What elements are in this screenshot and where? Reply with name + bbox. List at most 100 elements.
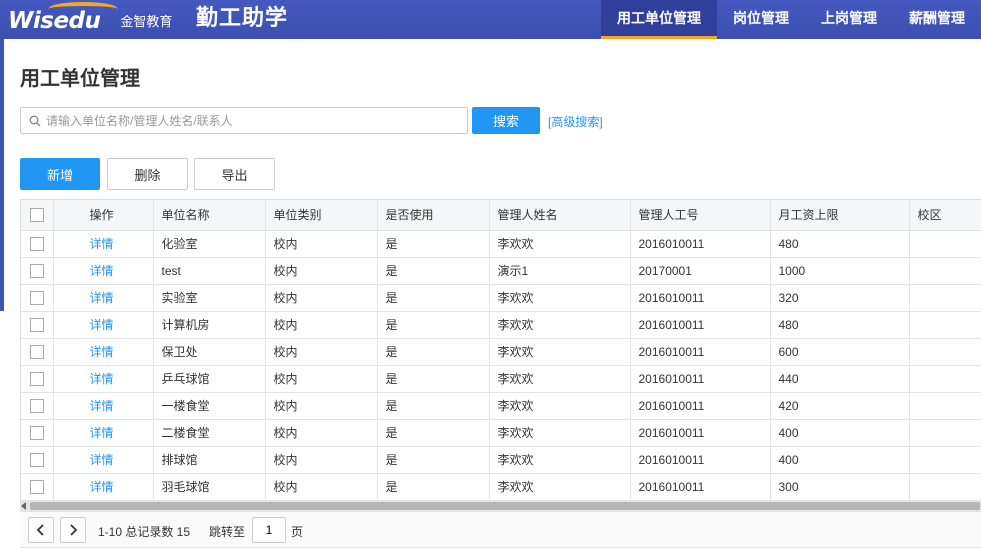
row-checkbox[interactable]: [29, 452, 44, 467]
horizontal-scrollbar[interactable]: [20, 501, 981, 511]
cell-in-use: 是: [377, 311, 490, 339]
search-input[interactable]: [46, 113, 446, 128]
scroll-left-icon[interactable]: [21, 502, 26, 510]
cell-unit-type: 校内: [265, 230, 378, 258]
column-header-operation: 操作: [53, 200, 154, 231]
cell-in-use: 是: [377, 338, 490, 366]
row-select-cell: [21, 365, 54, 393]
detail-link[interactable]: 详情: [90, 318, 114, 332]
table-header-row: 操作 单位名称 单位类别 是否使用 管理人姓名 管理人工号 月工资上限 校区: [21, 200, 981, 231]
cell-campus: [909, 392, 981, 420]
column-header-wage-limit[interactable]: 月工资上限: [770, 200, 910, 231]
detail-link[interactable]: 详情: [90, 372, 114, 386]
cell-manager-name: 李欢欢: [489, 419, 631, 447]
cell-in-use: 是: [377, 419, 490, 447]
detail-link[interactable]: 详情: [90, 291, 114, 305]
cell-unit-type: 校内: [265, 257, 378, 285]
detail-link[interactable]: 详情: [90, 426, 114, 440]
nav-item-unit-management[interactable]: 用工单位管理: [601, 0, 717, 39]
cell-manager-name: 李欢欢: [489, 392, 631, 420]
detail-link[interactable]: 详情: [90, 345, 114, 359]
cell-campus: [909, 230, 981, 258]
chevron-left-icon: [36, 524, 44, 536]
cell-wage-limit: 300: [770, 473, 910, 501]
detail-link[interactable]: 详情: [90, 453, 114, 467]
prev-page-button[interactable]: [28, 517, 54, 543]
cell-operation: 详情: [53, 230, 154, 258]
app-title: 勤工助学: [196, 6, 289, 31]
row-checkbox[interactable]: [29, 344, 44, 359]
cell-operation: 详情: [53, 419, 154, 447]
logo: Wisedu 金智教育: [8, 2, 172, 36]
next-page-button[interactable]: [60, 517, 86, 543]
cell-unit-type: 校内: [265, 419, 378, 447]
cell-manager-id: 2016010011: [630, 419, 771, 447]
search-button[interactable]: 搜索: [472, 107, 540, 134]
row-checkbox[interactable]: [29, 371, 44, 386]
nav-item-post-management[interactable]: 岗位管理: [717, 0, 805, 39]
detail-link[interactable]: 详情: [90, 264, 114, 278]
row-checkbox[interactable]: [29, 317, 44, 332]
row-select-cell: [21, 446, 54, 474]
row-checkbox[interactable]: [29, 236, 44, 251]
row-select-cell: [21, 392, 54, 420]
cell-manager-id: 2016010011: [630, 365, 771, 393]
select-all-checkbox[interactable]: [29, 208, 44, 223]
cell-in-use: 是: [377, 473, 490, 501]
row-checkbox[interactable]: [29, 425, 44, 440]
cell-unit-name: 二楼食堂: [153, 419, 266, 447]
cell-unit-type: 校内: [265, 473, 378, 501]
search-icon: [29, 115, 41, 126]
cell-campus: [909, 473, 981, 501]
cell-manager-name: 李欢欢: [489, 338, 631, 366]
select-all-cell: [21, 200, 54, 231]
nav-item-onduty-management[interactable]: 上岗管理: [805, 0, 893, 39]
cell-manager-name: 李欢欢: [489, 446, 631, 474]
cell-campus: [909, 338, 981, 366]
cell-manager-name: 演示1: [489, 257, 631, 285]
detail-link[interactable]: 详情: [90, 237, 114, 251]
cell-operation: 详情: [53, 392, 154, 420]
export-button[interactable]: 导出: [194, 158, 275, 190]
row-checkbox[interactable]: [29, 290, 44, 305]
cell-unit-type: 校内: [265, 284, 378, 312]
cell-unit-type: 校内: [265, 338, 378, 366]
nav-item-salary-management[interactable]: 薪酬管理: [893, 0, 981, 39]
record-count: 1-10 总记录数 15: [98, 525, 191, 539]
detail-link[interactable]: 详情: [90, 399, 114, 413]
cell-manager-id: 20170001: [630, 257, 771, 285]
delete-button[interactable]: 删除: [107, 158, 188, 190]
cell-unit-name: 一楼食堂: [153, 392, 266, 420]
row-checkbox[interactable]: [29, 263, 44, 278]
cell-manager-name: 李欢欢: [489, 311, 631, 339]
scrollbar-thumb[interactable]: [30, 502, 980, 510]
column-header-manager-name[interactable]: 管理人姓名: [489, 200, 631, 231]
table-row: 详情 实验室 校内是李欢欢 2016010011 320: [21, 284, 981, 312]
row-checkbox[interactable]: [29, 479, 44, 494]
table-row: 详情 化验室 校内是李欢欢 2016010011 480: [21, 230, 981, 258]
chevron-right-icon: [70, 524, 78, 536]
cell-manager-id: 2016010011: [630, 284, 771, 312]
cell-manager-name: 李欢欢: [489, 284, 631, 312]
column-header-unit-type[interactable]: 单位类别: [265, 200, 378, 231]
cell-unit-name: test: [153, 257, 266, 285]
row-checkbox[interactable]: [29, 398, 44, 413]
table-row: 详情 计算机房 校内是李欢欢 2016010011 480: [21, 311, 981, 339]
cell-manager-name: 李欢欢: [489, 473, 631, 501]
column-header-in-use[interactable]: 是否使用: [377, 200, 490, 231]
advanced-search-link[interactable]: [高级搜索]: [548, 113, 603, 130]
cell-wage-limit: 600: [770, 338, 910, 366]
cell-operation: 详情: [53, 338, 154, 366]
add-button[interactable]: 新增: [20, 158, 100, 190]
cell-manager-id: 2016010011: [630, 473, 771, 501]
column-header-manager-id[interactable]: 管理人工号: [630, 200, 771, 231]
table-row: 详情 二楼食堂 校内是李欢欢 2016010011 400: [21, 419, 981, 447]
cell-unit-name: 计算机房: [153, 311, 266, 339]
page-number-input[interactable]: [252, 517, 286, 543]
pagination-bar: 1-10 总记录数 15 跳转至 页: [20, 511, 981, 548]
cell-campus: [909, 311, 981, 339]
column-header-unit-name[interactable]: 单位名称: [153, 200, 266, 231]
detail-link[interactable]: 详情: [90, 480, 114, 494]
cell-unit-name: 乒乓球馆: [153, 365, 266, 393]
column-header-campus[interactable]: 校区: [909, 200, 981, 231]
